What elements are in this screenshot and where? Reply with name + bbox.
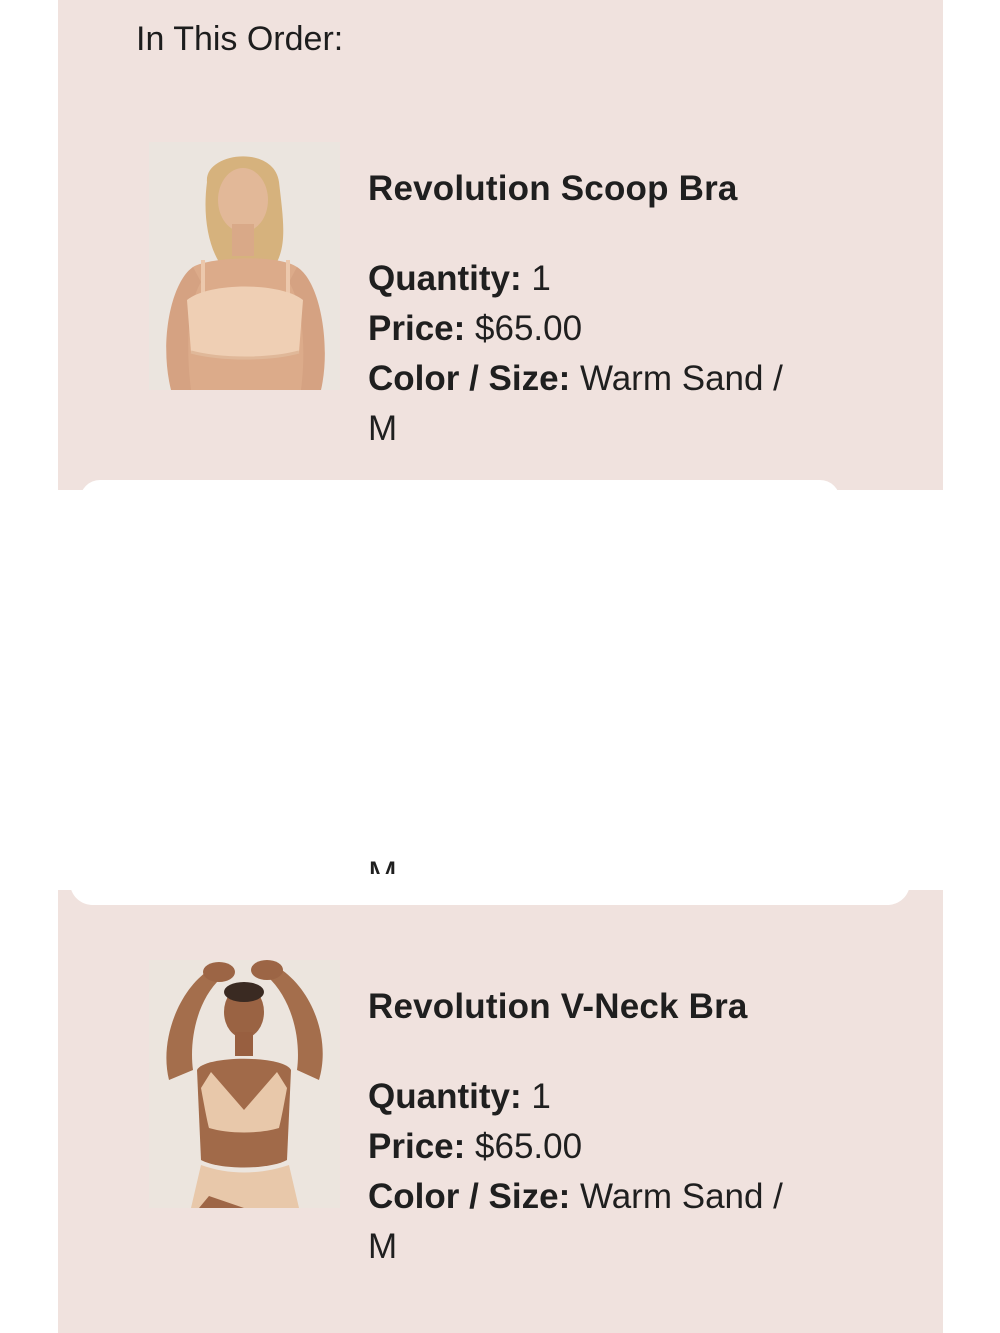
quantity-value: 1 [531,1077,551,1116]
order-item: Revolution V-Neck Bra Quantity: 1 Price:… [149,960,849,1266]
price-row: Price: $65.00 [368,1122,848,1172]
price-label: Price: [368,1127,466,1166]
product-photo-v-neck-bra [149,960,340,1208]
redaction-stroke [80,480,840,520]
product-image[interactable] [149,142,340,390]
item-details: Revolution Scoop Bra Quantity: 1 Price: … [368,166,848,454]
redaction-stroke [70,860,910,905]
quantity-row: Quantity: 1 [368,254,848,304]
product-name[interactable]: Revolution Scoop Bra [368,166,848,212]
quantity-label: Quantity: [368,1077,522,1116]
color-size-label: Color / Size: [368,359,571,398]
quantity-label: Quantity: [368,259,522,298]
color-size-value: Warm Sand / [579,359,783,398]
product-image[interactable] [149,960,340,1208]
size-value: M [368,409,398,448]
quantity-value: 1 [531,259,551,298]
partially-hidden-text: M [368,860,397,874]
order-section-heading: In This Order: [136,20,344,58]
product-photo-scoop-bra [149,142,340,390]
color-size-label: Color / Size: [368,1177,571,1216]
order-item: Revolution Scoop Bra Quantity: 1 Price: … [149,142,849,448]
price-row: Price: $65.00 [368,304,848,354]
size-value: M [368,1227,398,1266]
color-size-row: Color / Size: Warm Sand / M [368,354,848,454]
product-name[interactable]: Revolution V-Neck Bra [368,984,848,1030]
price-value: $65.00 [475,309,583,348]
price-label: Price: [368,309,466,348]
price-value: $65.00 [475,1127,583,1166]
quantity-row: Quantity: 1 [368,1072,848,1122]
color-size-value: Warm Sand / [579,1177,783,1216]
color-size-row: Color / Size: Warm Sand / M [368,1172,848,1272]
item-details: Revolution V-Neck Bra Quantity: 1 Price:… [368,984,848,1272]
redacted-region [58,490,943,890]
